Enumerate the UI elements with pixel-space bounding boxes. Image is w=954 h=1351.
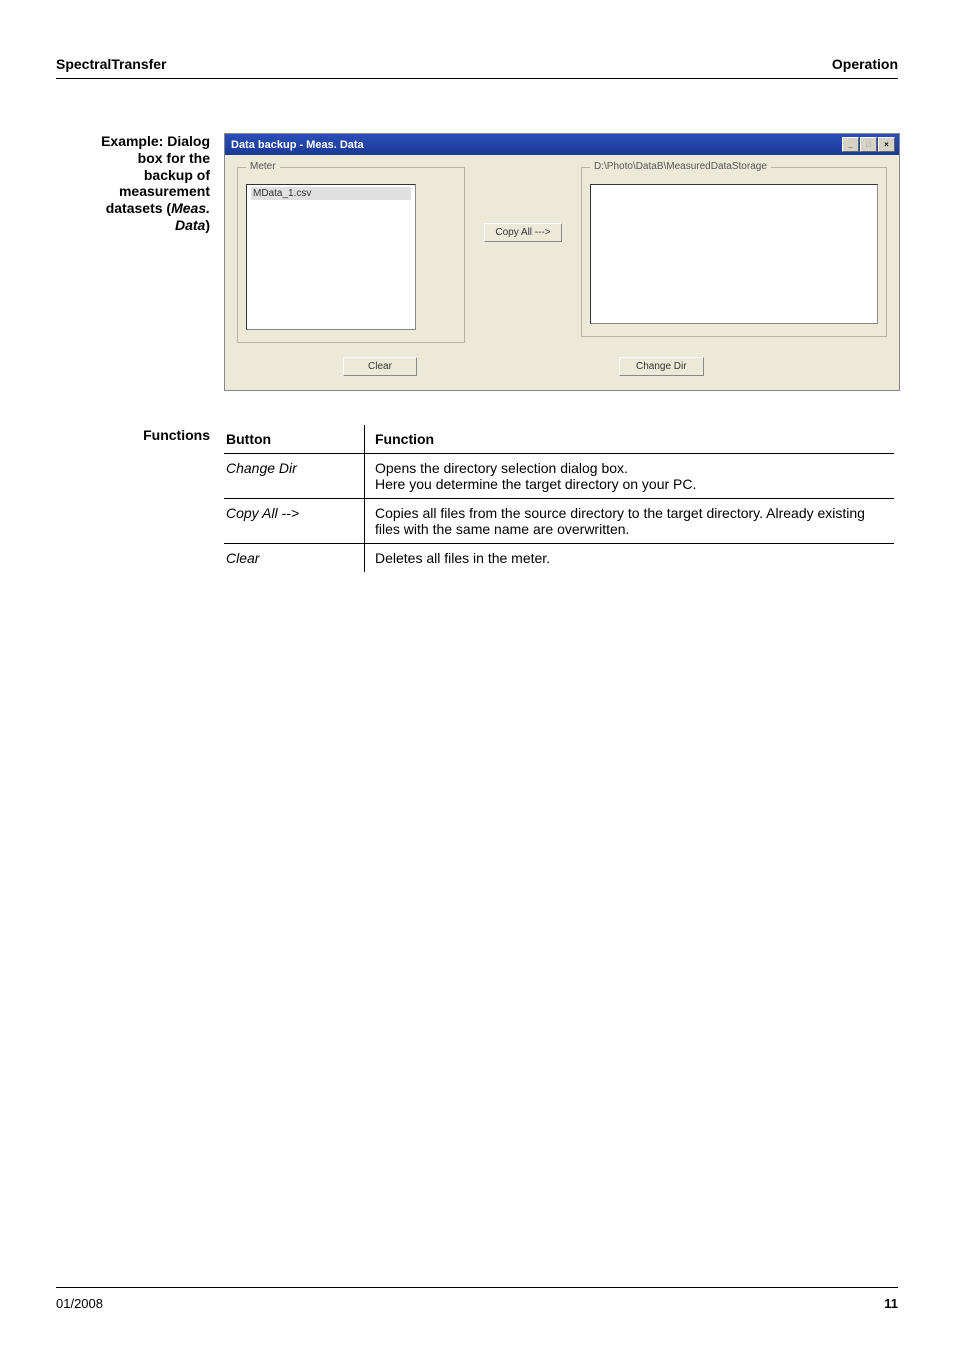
button-cell: Copy All --> — [224, 499, 365, 544]
caption-line: Example: Dialog — [101, 133, 210, 149]
window-controls: _ □ × — [842, 137, 895, 152]
desc-cell: Opens the directory selection dialog box… — [365, 454, 895, 499]
caption-line: Data — [175, 217, 205, 233]
list-item[interactable]: MData_1.csv — [251, 187, 411, 200]
meter-file-list[interactable]: MData_1.csv — [246, 184, 416, 330]
close-icon[interactable]: × — [878, 137, 895, 152]
table-row: Copy All --> Copies all files from the s… — [224, 499, 894, 544]
caption-line: measurement — [119, 183, 210, 199]
table-row: Change Dir Opens the directory selection… — [224, 454, 894, 499]
button-cell: Change Dir — [224, 454, 365, 499]
page-header: SpectralTransfer Operation — [56, 56, 898, 79]
caption-line: datasets ( — [106, 200, 171, 216]
desc-cell: Copies all files from the source directo… — [365, 499, 895, 544]
copy-all-button[interactable]: Copy All ---> — [484, 223, 561, 242]
col-button-header: Button — [224, 425, 365, 454]
caption-line: box for the — [138, 150, 210, 166]
change-dir-button[interactable]: Change Dir — [619, 357, 704, 376]
target-path-label: D:\Photo\DataB\MeasuredDataStorage — [590, 161, 771, 172]
caption-line: backup of — [144, 167, 210, 183]
clear-button[interactable]: Clear — [343, 357, 417, 376]
functions-heading: Functions — [56, 425, 224, 443]
footer-date: 01/2008 — [56, 1296, 103, 1311]
backup-dialog: Data backup - Meas. Data _ □ × Meter MDa… — [224, 133, 900, 391]
desc-cell: Deletes all files in the meter. — [365, 544, 895, 573]
example-caption: Example: Dialog box for the backup of me… — [56, 133, 224, 234]
table-row: Clear Deletes all files in the meter. — [224, 544, 894, 573]
target-file-list[interactable] — [590, 184, 878, 324]
caption-line: Meas. — [171, 200, 210, 216]
dialog-title: Data backup - Meas. Data — [231, 139, 364, 151]
page-footer: 01/2008 11 — [56, 1287, 898, 1311]
maximize-icon[interactable]: □ — [860, 137, 877, 152]
header-right: Operation — [832, 56, 898, 72]
col-function-header: Function — [365, 425, 895, 454]
dialog-titlebar: Data backup - Meas. Data _ □ × — [225, 134, 899, 155]
button-cell: Clear — [224, 544, 365, 573]
meter-groupbox: Meter MData_1.csv — [237, 167, 465, 343]
meter-group-label: Meter — [246, 161, 280, 172]
caption-line: ) — [205, 217, 210, 233]
footer-page-number: 11 — [884, 1296, 898, 1311]
functions-table: Button Function Change Dir Opens the dir… — [224, 425, 894, 572]
minimize-icon[interactable]: _ — [842, 137, 859, 152]
header-left: SpectralTransfer — [56, 56, 167, 72]
target-groupbox: D:\Photo\DataB\MeasuredDataStorage — [581, 167, 887, 337]
